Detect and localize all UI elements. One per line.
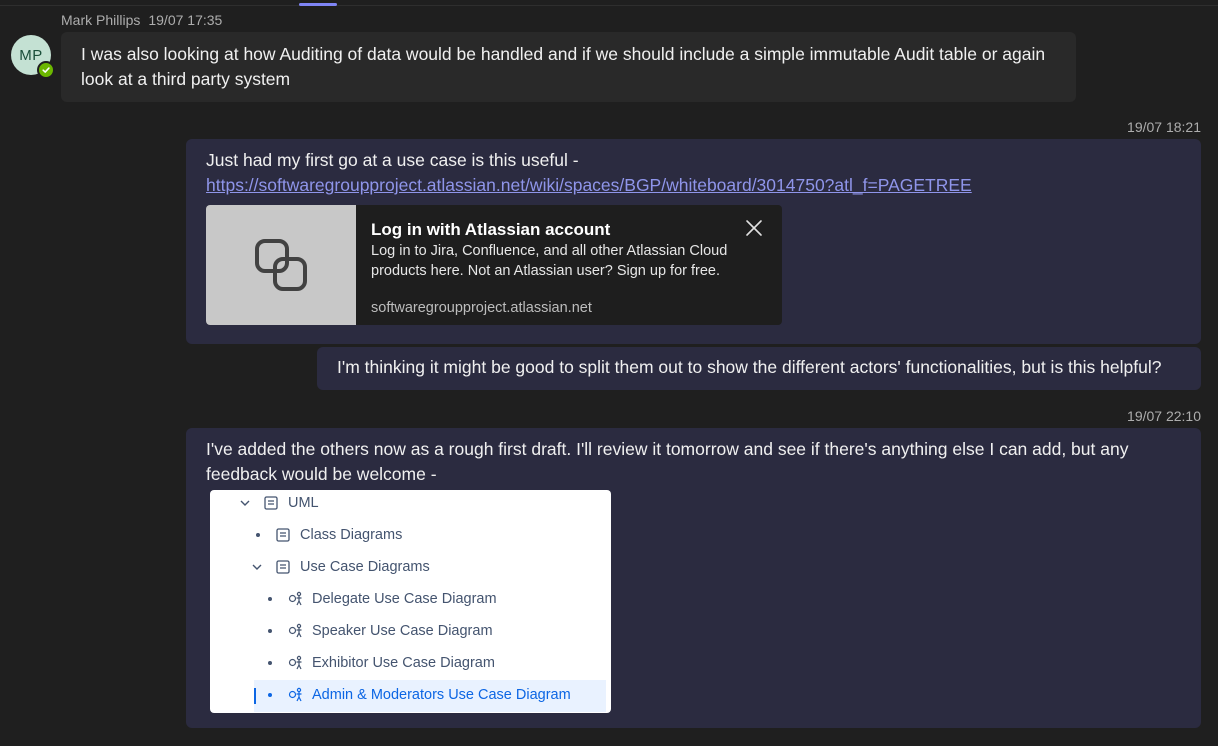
incoming-message[interactable]: I was also looking at how Auditing of da… (61, 32, 1076, 102)
bullet-icon (268, 629, 272, 633)
message-timestamp: 19/07 22:10 (1127, 408, 1201, 424)
message-time: 19/07 17:35 (148, 12, 223, 28)
sender-name[interactable]: Mark Phillips (61, 12, 140, 28)
avatar-initials: MP (19, 46, 43, 64)
link-icon (206, 205, 356, 325)
tree-item-label: UML (288, 494, 319, 511)
header-divider (0, 5, 1218, 6)
tree-item-label: Exhibitor Use Case Diagram (312, 654, 495, 671)
link-preview-card[interactable]: Log in with Atlassian account Log in to … (206, 205, 782, 325)
tree-item-speaker: Speaker Use Case Diagram (268, 615, 493, 647)
outgoing-message[interactable]: I've added the others now as a rough fir… (186, 428, 1201, 728)
tree-item-label: Speaker Use Case Diagram (312, 622, 493, 639)
tree-item-label: Admin & Moderators Use Case Diagram (312, 686, 571, 703)
message-timestamp: 19/07 18:21 (1127, 119, 1201, 135)
chevron-down-icon (240, 500, 250, 506)
page-icon (276, 528, 290, 542)
tree-item-admin-moderators: Admin & Moderators Use Case Diagram (268, 679, 571, 711)
bullet-icon (268, 597, 272, 601)
tree-item-uml: UML (240, 490, 319, 519)
use-case-diagram-icon (288, 655, 302, 670)
bullet-icon (268, 661, 272, 665)
outgoing-message[interactable]: Just had my first go at a use case is th… (186, 139, 1201, 344)
message-link[interactable]: https://softwaregroupproject.atlassian.n… (206, 175, 972, 195)
attached-image[interactable]: UML Class Diagrams Use Case Diagrams Del… (210, 490, 611, 713)
active-tab-indicator (299, 3, 337, 6)
tree-item-delegate: Delegate Use Case Diagram (268, 583, 497, 615)
message-text: Just had my first go at a use case is th… (206, 150, 579, 170)
bullet-icon (268, 693, 272, 697)
use-case-diagram-icon (288, 591, 302, 606)
tree-item-exhibitor: Exhibitor Use Case Diagram (268, 647, 495, 679)
outgoing-message[interactable]: I'm thinking it might be good to split t… (317, 347, 1201, 390)
use-case-diagram-icon (288, 623, 302, 638)
presence-available-icon (37, 61, 55, 79)
message-header: Mark Phillips 19/07 17:35 (61, 12, 222, 28)
bullet-icon (256, 533, 260, 537)
tree-item-class-diagrams: Class Diagrams (256, 519, 402, 551)
close-icon[interactable] (744, 218, 764, 238)
page-icon (276, 560, 290, 574)
message-text: I was also looking at how Auditing of da… (81, 44, 1046, 89)
chevron-down-icon (252, 564, 262, 570)
tree-item-use-case-diagrams: Use Case Diagrams (252, 551, 430, 583)
tree-item-label: Class Diagrams (300, 526, 403, 543)
page-icon (264, 496, 278, 510)
tree-item-label: Delegate Use Case Diagram (312, 590, 497, 607)
tree-selection-bar (254, 688, 256, 704)
preview-description: Log in to Jira, Confluence, and all othe… (371, 243, 728, 279)
message-text: I've added the others now as a rough fir… (206, 439, 1129, 484)
tree-item-label: Use Case Diagrams (300, 558, 430, 575)
preview-title: Log in with Atlassian account (371, 220, 611, 239)
message-text: I'm thinking it might be good to split t… (337, 357, 1162, 377)
preview-domain: softwaregroupproject.atlassian.net (371, 300, 592, 316)
use-case-diagram-icon (288, 687, 302, 702)
